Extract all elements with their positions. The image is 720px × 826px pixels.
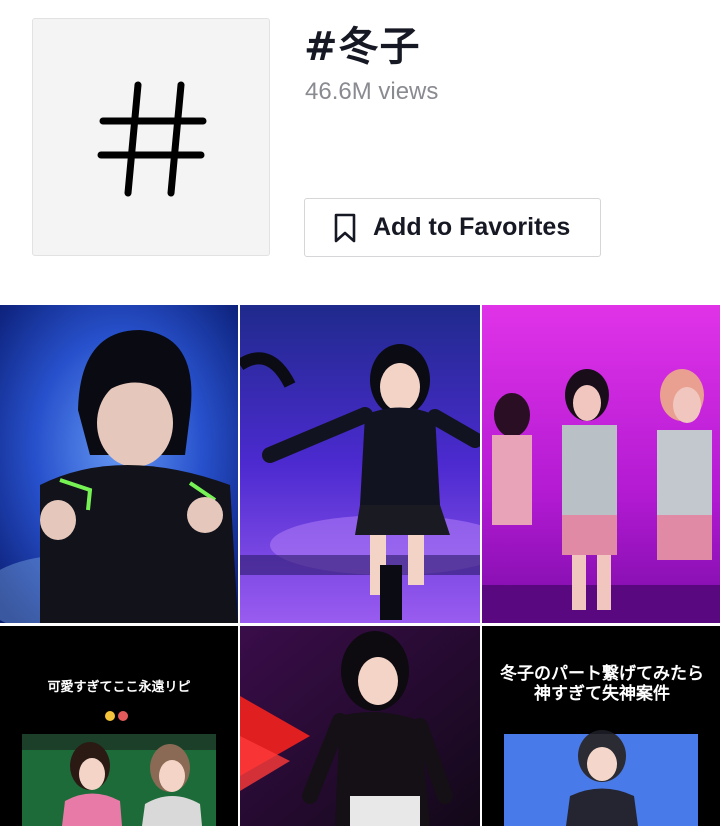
video-thumbnail[interactable]: 冬子のパート繋げてみたら 神すぎて失神案件 <box>482 626 720 826</box>
hashtag-cover <box>32 18 270 256</box>
hashtag-icon <box>97 81 207 197</box>
video-thumbnail-image <box>482 305 720 623</box>
video-thumbnail-image <box>240 305 480 623</box>
video-thumbnail-image <box>482 626 720 826</box>
hashtag-title: #冬子 <box>304 24 421 70</box>
video-thumbnail-image <box>0 626 238 826</box>
video-caption: 可愛すぎてここ永遠リピ <box>47 680 191 695</box>
add-to-favorites-button[interactable]: Add to Favorites <box>304 198 601 257</box>
video-thumbnail[interactable] <box>0 305 238 623</box>
video-thumbnail-image <box>0 305 238 623</box>
video-thumbnail[interactable]: 可愛すぎてここ永遠リピ <box>0 626 238 826</box>
hashtag-header: #冬子 46.6M views Add to Favorites <box>0 0 720 305</box>
bookmark-icon <box>334 213 356 242</box>
video-thumbnail[interactable] <box>482 305 720 623</box>
video-grid: 可愛すぎてここ永遠リピ 冬子のパート繋げてみたら 神すぎて失神案件 <box>0 305 720 826</box>
video-thumbnail-image <box>240 626 480 826</box>
view-count: 46.6M views <box>305 78 439 105</box>
video-thumbnail[interactable] <box>240 626 480 826</box>
video-caption: 冬子のパート繋げてみたら 神すぎて失神案件 <box>500 664 704 704</box>
video-thumbnail[interactable] <box>240 305 480 623</box>
add-to-favorites-label: Add to Favorites <box>373 213 571 241</box>
